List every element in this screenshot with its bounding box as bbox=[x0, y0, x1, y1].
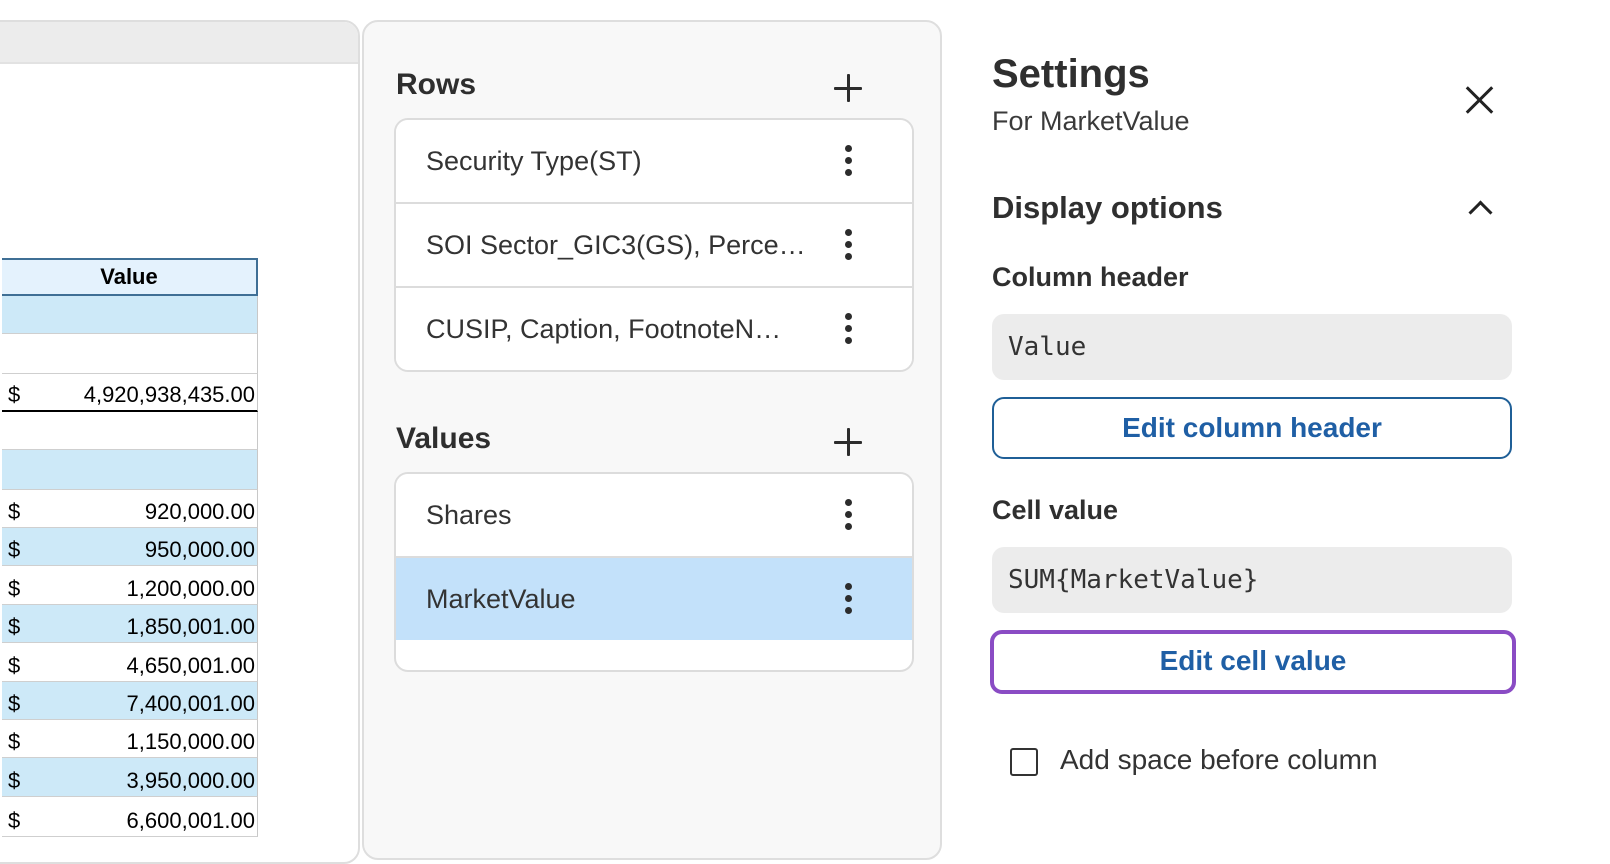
cell-amount: 920,000.00 bbox=[144, 499, 255, 524]
table-row: $1,150,000.00 bbox=[2, 720, 258, 758]
settings-panel: Settings For MarketValue Display options… bbox=[990, 0, 1610, 838]
more-vert-icon[interactable] bbox=[836, 227, 862, 263]
field-item-label: MarketValue bbox=[426, 584, 576, 614]
table-row: $950,000.00 bbox=[2, 528, 258, 566]
cell-amount: 6,600,001.00 bbox=[126, 808, 255, 833]
table-row: $920,000.00 bbox=[2, 490, 258, 528]
rows-section-title: Rows bbox=[396, 68, 477, 101]
rows-field-list: Security Type(ST) SOI Sector_GIC3(GS), Pe… bbox=[394, 118, 914, 372]
table-row: $4,920,938,435.00 bbox=[2, 374, 258, 412]
settings-title: Settings bbox=[992, 52, 1150, 96]
field-item-label: Shares bbox=[426, 500, 512, 530]
cell-value-label: Cell value bbox=[992, 495, 1119, 525]
table-row bbox=[2, 450, 258, 490]
more-vert-icon[interactable] bbox=[836, 311, 862, 347]
settings-subtitle: For MarketValue bbox=[992, 106, 1190, 136]
field-item-label: CUSIP, Caption, FootnoteN… bbox=[426, 314, 782, 344]
column-header-label: Column header bbox=[992, 262, 1189, 292]
field-item-label: Security Type(ST) bbox=[426, 146, 642, 176]
field-item[interactable]: SOI Sector_GIC3(GS), Perce… bbox=[396, 204, 912, 288]
table-row bbox=[2, 334, 258, 374]
field-item[interactable]: CUSIP, Caption, FootnoteN… bbox=[396, 288, 912, 370]
cell-amount: 4,650,001.00 bbox=[126, 653, 255, 678]
add-row-field-button[interactable] bbox=[824, 64, 872, 112]
currency-symbol: $ bbox=[8, 576, 21, 601]
currency-symbol: $ bbox=[8, 653, 21, 678]
display-options-heading: Display options bbox=[992, 190, 1223, 225]
field-item[interactable]: Security Type(ST) bbox=[396, 120, 912, 204]
currency-symbol: $ bbox=[8, 614, 21, 639]
value-column-header: Value bbox=[2, 258, 258, 296]
add-space-label: Add space before column bbox=[1060, 744, 1378, 775]
table-row: $6,600,001.00 bbox=[2, 797, 258, 837]
cell-amount: 3,950,000.00 bbox=[126, 768, 255, 793]
more-vert-icon[interactable] bbox=[836, 143, 862, 179]
table-row: $1,850,001.00 bbox=[2, 605, 258, 643]
currency-symbol: $ bbox=[8, 499, 21, 524]
table-row: $3,950,000.00 bbox=[2, 758, 258, 797]
cell-value-field: SUM{MarketValue} bbox=[992, 547, 1512, 613]
values-section-title: Values bbox=[396, 422, 492, 455]
cell-amount: 1,850,001.00 bbox=[126, 614, 255, 639]
column-header-value-field: Value bbox=[992, 314, 1512, 380]
spreadsheet-preview-panel: Value $4,920,938,435.00 $920,000.00 $950,00… bbox=[0, 20, 360, 864]
cell-amount: 4,920,938,435.00 bbox=[83, 382, 255, 407]
currency-symbol: $ bbox=[8, 691, 21, 716]
add-value-field-button[interactable] bbox=[824, 418, 872, 466]
field-item[interactable]: MarketValue bbox=[396, 558, 912, 640]
preview-header-bar bbox=[0, 22, 358, 64]
more-vert-icon[interactable] bbox=[836, 497, 862, 533]
table-row bbox=[2, 296, 258, 334]
table-row bbox=[2, 412, 258, 450]
currency-symbol: $ bbox=[8, 808, 21, 833]
cell-amount: 1,150,000.00 bbox=[126, 729, 255, 754]
currency-symbol: $ bbox=[8, 768, 21, 793]
table-row: $1,200,000.00 bbox=[2, 566, 258, 605]
field-list-panel: Rows Security Type(ST) SOI Sector_GIC3(GS… bbox=[362, 20, 942, 860]
close-icon[interactable] bbox=[1460, 80, 1500, 120]
cell-amount: 7,400,001.00 bbox=[126, 691, 255, 716]
cell-amount: 1,200,000.00 bbox=[126, 576, 255, 601]
currency-symbol: $ bbox=[8, 729, 21, 754]
edit-column-header-button[interactable]: Edit column header bbox=[992, 397, 1512, 459]
chevron-up-icon[interactable] bbox=[1462, 194, 1498, 224]
add-space-checkbox[interactable] bbox=[1010, 748, 1038, 776]
field-item[interactable]: Shares bbox=[396, 474, 912, 558]
currency-symbol: $ bbox=[8, 537, 21, 562]
table-row: $4,650,001.00 bbox=[2, 643, 258, 682]
cell-amount: 950,000.00 bbox=[144, 537, 255, 562]
more-vert-icon[interactable] bbox=[836, 581, 862, 617]
edit-cell-value-button[interactable]: Edit cell value bbox=[990, 630, 1516, 694]
values-field-list: Shares MarketValue bbox=[394, 472, 914, 672]
field-item-label: SOI Sector_GIC3(GS), Perce… bbox=[426, 230, 806, 260]
table-row: $7,400,001.00 bbox=[2, 682, 258, 720]
currency-symbol: $ bbox=[8, 382, 21, 407]
